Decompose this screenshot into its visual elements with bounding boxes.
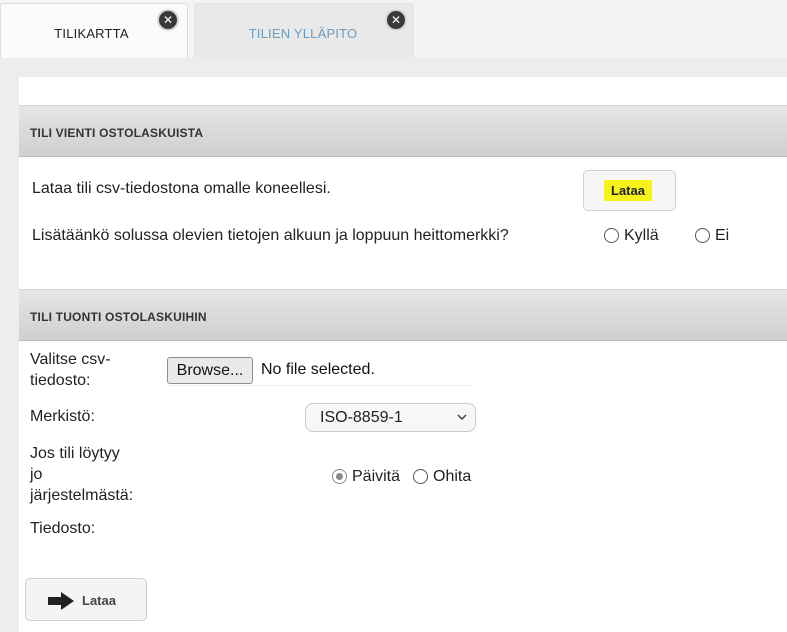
browse-button[interactable]: Browse... (167, 357, 253, 384)
radio-update-label: Päivitä (352, 468, 401, 485)
file-result-label: Tiedosto: (30, 520, 96, 537)
radio-no[interactable] (695, 228, 710, 243)
exists-label-line1: Jos tili löytyy (30, 445, 120, 462)
radio-yes-label: Kyllä (624, 227, 659, 244)
arrow-right-icon (48, 592, 74, 610)
download-button[interactable]: Lataa (583, 170, 676, 211)
exists-label-line2: jo (30, 466, 43, 483)
no-file-text: No file selected. (261, 361, 375, 378)
section-title: TILI VIENTI OSTOLASKUISTA (30, 126, 204, 140)
file-label-line2: tiedosto: (30, 372, 91, 389)
download-button-label: Lataa (604, 180, 652, 201)
radio-yes[interactable] (604, 228, 619, 243)
radio-skip[interactable] (413, 469, 428, 484)
radio-no-label: Ei (715, 227, 730, 244)
main-panel: TILI VIENTI OSTOLASKUISTA Lataa tili csv… (19, 77, 787, 632)
close-icon[interactable]: ✕ (385, 9, 407, 31)
upload-button[interactable]: Lataa (25, 578, 147, 621)
tab-label: TILIEN YLLÄPITO (248, 26, 358, 41)
charset-select[interactable]: ISO-8859-1 (305, 403, 476, 432)
export-description: Lataa tili csv-tiedostona omalle koneell… (32, 180, 331, 197)
charset-label: Merkistö: (30, 408, 95, 425)
exists-label-line3: järjestelmästä: (30, 487, 134, 504)
close-icon[interactable]: ✕ (157, 9, 179, 31)
file-label-line1: Valitse csv- (30, 351, 111, 368)
export-section-header: TILI VIENTI OSTOLASKUISTA (19, 105, 787, 157)
section-title: TILI TUONTI OSTOLASKUIHIN (30, 310, 207, 324)
radio-skip-label: Ohita (433, 468, 472, 485)
tab-bar: TILIKARTTA ✕ TILIEN YLLÄPITO ✕ (0, 0, 787, 58)
upload-button-label: Lataa (82, 593, 116, 608)
chevron-down-icon (457, 414, 467, 421)
import-section-header: TILI TUONTI OSTOLASKUIHIN (19, 289, 787, 341)
tab-label: TILIKARTTA (54, 26, 129, 41)
radio-update[interactable] (332, 469, 347, 484)
charset-value: ISO-8859-1 (320, 409, 403, 426)
quote-question: Lisätäänkö solussa olevien tietojen alku… (32, 227, 509, 244)
file-input[interactable]: Browse... No file selected. (166, 355, 474, 386)
tab-tilien-yllapito[interactable]: TILIEN YLLÄPITO ✕ (194, 3, 414, 58)
tab-tilikartta[interactable]: TILIKARTTA ✕ (0, 3, 188, 58)
